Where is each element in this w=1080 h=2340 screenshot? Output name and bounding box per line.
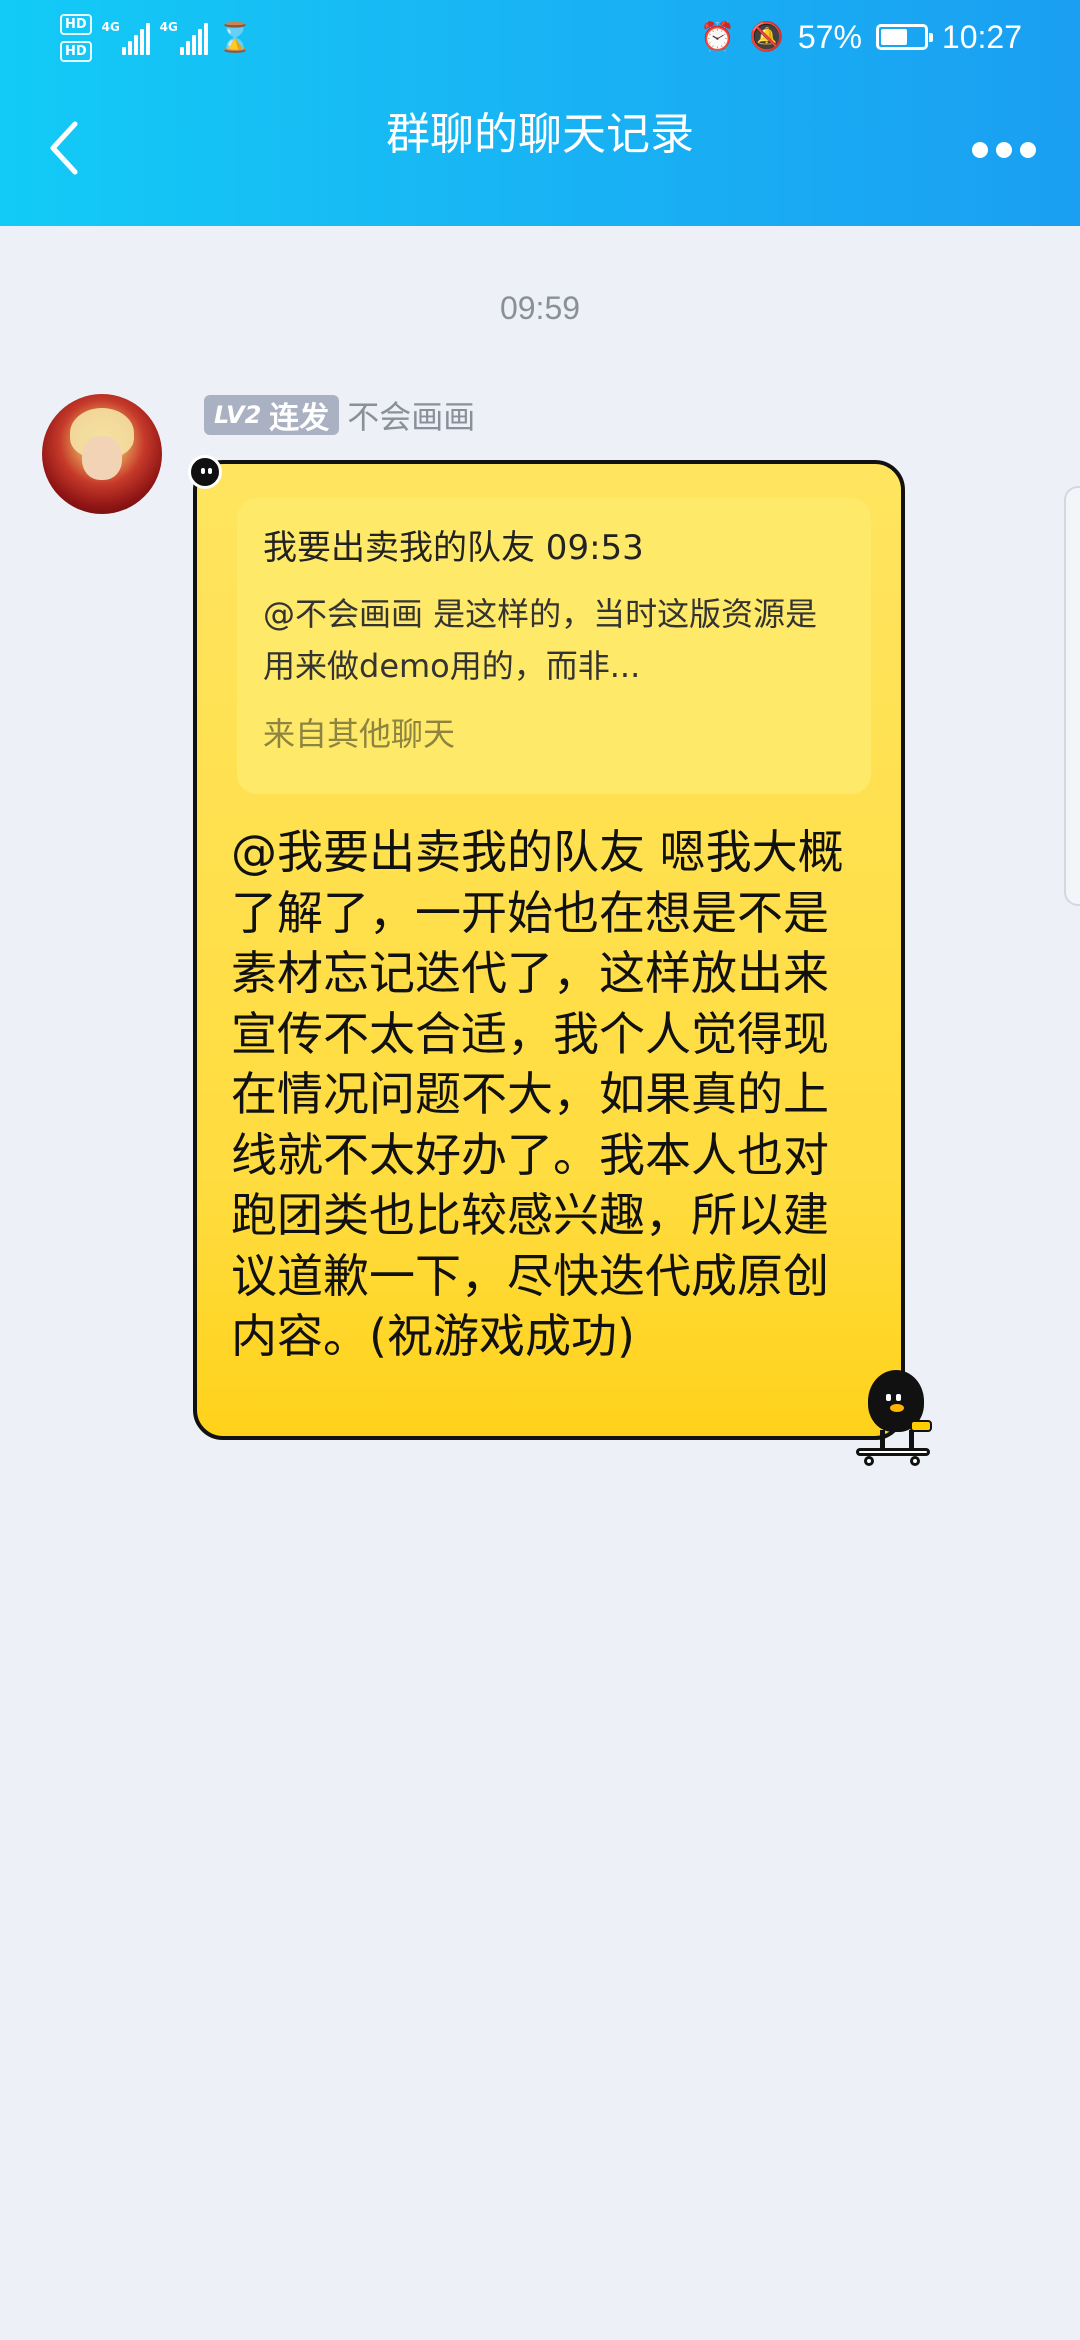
more-dots-icon — [996, 142, 1012, 158]
status-bar: HD HD 4G 4G ⌛ ⏰ 🔕 57% 10:27 — [0, 0, 1080, 74]
battery-percent: 57% — [797, 18, 862, 55]
signal-icon: 4G — [102, 21, 150, 55]
hd-icon: HD — [60, 41, 92, 62]
sender-name[interactable]: 不会画画 — [347, 392, 475, 438]
sender-info: LV2 连发 不会画画 — [204, 394, 475, 436]
chevron-left-icon — [50, 121, 78, 175]
more-dots-icon — [972, 142, 988, 158]
quote-header: 我要出卖我的队友 09:53 — [263, 528, 644, 568]
battery-fill — [880, 29, 908, 45]
quote-source: 来自其他聊天 — [263, 715, 456, 753]
penguin-skater-icon — [850, 1368, 940, 1468]
more-button[interactable] — [964, 130, 1044, 170]
page-title: 群聊的聊天记录 — [386, 109, 694, 160]
status-left: HD HD 4G 4G ⌛ — [60, 8, 253, 68]
chat-history-screen: HD HD 4G 4G ⌛ ⏰ 🔕 57% 10:27 群聊的聊天记录 09:5… — [0, 0, 1080, 2340]
member-title: 连发 — [269, 401, 330, 436]
bubble-face-icon — [188, 455, 222, 489]
hourglass-icon: ⌛ — [217, 21, 253, 54]
side-drawer-handle[interactable] — [1064, 486, 1080, 906]
quote-body: @不会画画 是这样的，当时这版资源是用来做demo用的，而非... — [263, 595, 818, 685]
mute-bell-icon: 🔕 — [749, 21, 784, 52]
level-badge: LV2 连发 — [204, 395, 340, 436]
message-bubble[interactable]: 我要出卖我的队友 09:53 @不会画画 是这样的，当时这版资源是用来做demo… — [193, 460, 905, 1440]
hd-indicator: HD HD — [60, 14, 92, 62]
hd-icon: HD — [60, 14, 92, 35]
network-type-label: 4G — [159, 20, 178, 34]
message-text: @我要出卖我的队友 嗯我大概了解了，一开始也在想是不是素材忘记迭代了，这样放出来… — [231, 825, 844, 1363]
message-timestamp: 09:59 — [499, 290, 581, 326]
avatar[interactable] — [42, 394, 162, 514]
quoted-message[interactable]: 我要出卖我的队友 09:53 @不会画画 是这样的，当时这版资源是用来做demo… — [237, 498, 871, 794]
alarm-icon: ⏰ — [700, 21, 735, 52]
more-dots-icon — [1020, 142, 1036, 158]
back-button[interactable] — [34, 112, 94, 184]
signal-icon: 4G — [160, 21, 208, 55]
level-label: LV2 — [214, 401, 262, 429]
battery-icon — [875, 24, 933, 50]
clock-time: 10:27 — [941, 18, 1022, 55]
status-right: ⏰ 🔕 57% 10:27 — [700, 14, 1022, 60]
network-type-label: 4G — [101, 20, 120, 34]
